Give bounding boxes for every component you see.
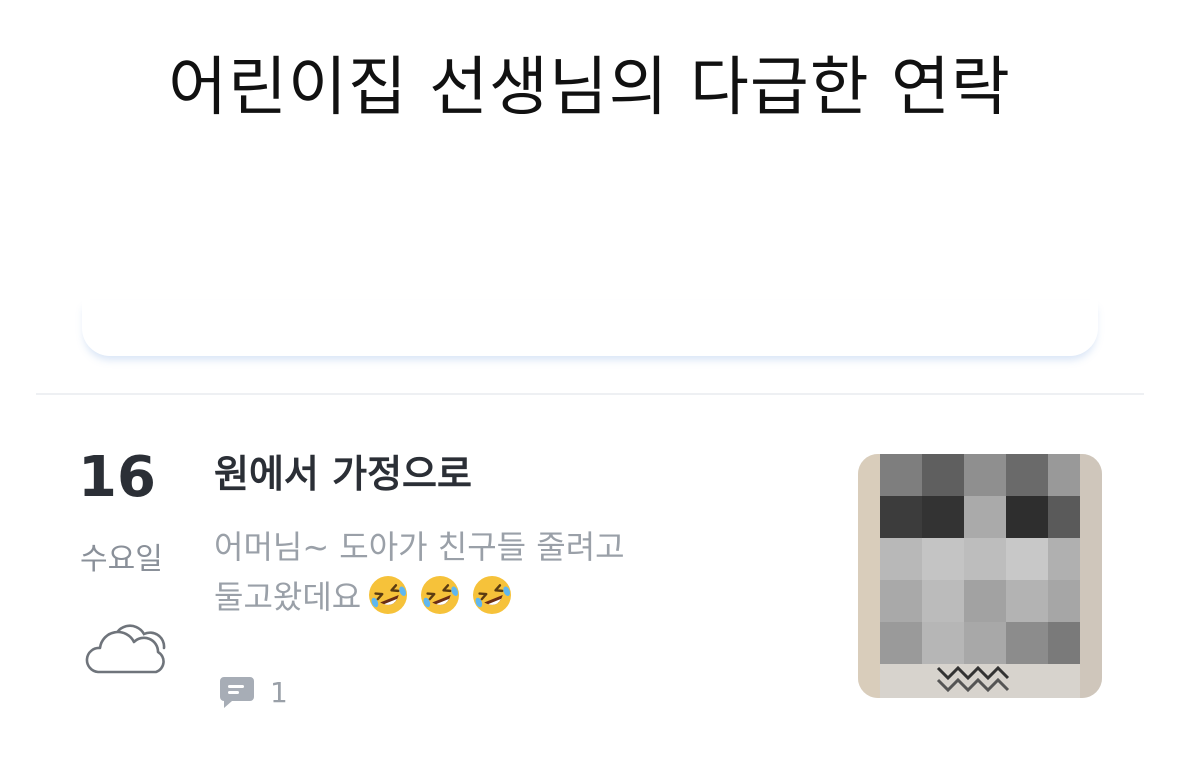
rolling-on-floor-laughing-emoji [369,576,408,614]
entry-title: 원에서 가정으로 [214,452,472,496]
headline: 어린이집 선생님의 다급한 연락 [168,51,1011,125]
previous-card-edge [82,300,1098,356]
entry-preview: 어머님~ 도아가 친구들 줄려고 둘고왔데요 [214,522,814,622]
emoji-group [367,574,513,616]
comment-icon [220,677,254,708]
entry-day: 16 [78,445,156,510]
comment-count: 1 [270,675,288,709]
rolling-on-floor-laughing-emoji [473,576,512,614]
cloud-icon [85,624,166,674]
entry-preview-line-1: 어머님~ 도아가 친구들 줄려고 [214,528,625,566]
entry-weekday: 수요일 [80,542,163,577]
comment-count-button[interactable]: 1 [218,672,288,712]
rolling-on-floor-laughing-emoji [421,576,460,614]
entry-preview-line-2: 둘고왔데요 [214,572,814,622]
divider [36,393,1144,395]
pixelated-photo [858,454,1102,698]
entry-preview-line-2-text: 둘고왔데요 [214,578,362,616]
entry-thumbnail[interactable] [858,454,1102,698]
